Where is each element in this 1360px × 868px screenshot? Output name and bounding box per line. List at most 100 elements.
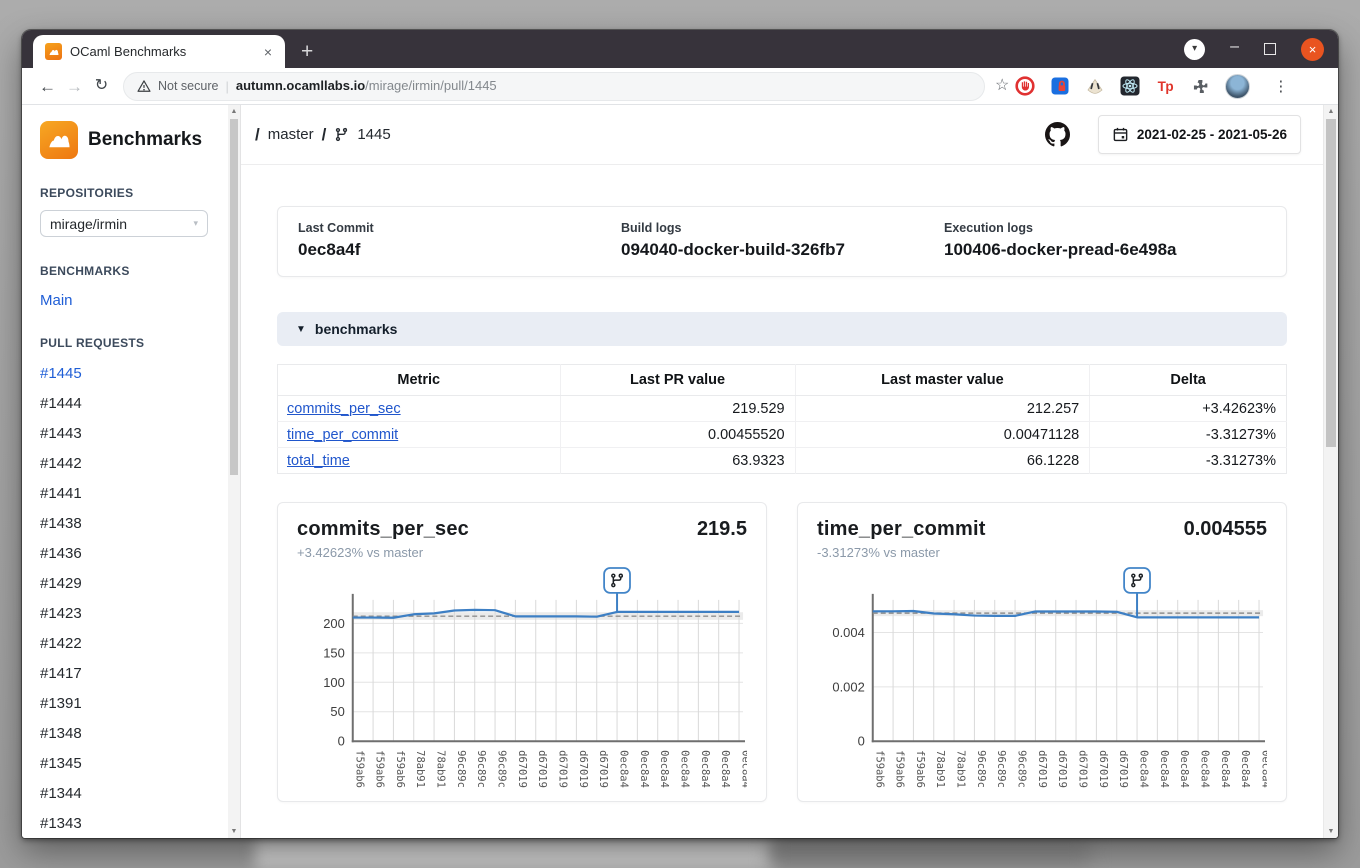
sidebar-item-pr-1417[interactable]: #1417	[40, 659, 82, 689]
metric-link-total_time[interactable]: total_time	[287, 453, 350, 469]
delta-cell: -3.31273%	[1090, 422, 1287, 448]
tab-close-icon[interactable]: ×	[261, 43, 275, 61]
metrics-table: Metric Last PR value Last master value D…	[277, 364, 1287, 474]
page-scrollbar[interactable]: ▲ ▼	[1323, 105, 1338, 838]
tab-search-button[interactable]: ▾	[1184, 39, 1205, 60]
address-bar[interactable]: Not secure | autumn.ocamllabs.io/mirage/…	[123, 72, 985, 101]
sidebar-item-pr-1344[interactable]: #1344	[40, 779, 82, 809]
build-logs-value[interactable]: 094040-docker-build-326fb7	[621, 240, 944, 260]
browser-menu-icon[interactable]: ⋮	[1273, 79, 1288, 94]
time-per-commit-chart[interactable]: 00.0020.004f59ab6f59ab6f59ab678ab9178ab9…	[817, 564, 1267, 795]
sidebar-item-pr-1443[interactable]: #1443	[40, 419, 82, 449]
ublock-icon[interactable]	[1015, 76, 1035, 96]
github-icon[interactable]	[1045, 122, 1070, 147]
sidebar-item-pr-1441[interactable]: #1441	[40, 479, 82, 509]
scroll-up-icon[interactable]: ▲	[1324, 108, 1338, 115]
sidebar-item-pr-1345[interactable]: #1345	[40, 749, 82, 779]
x-tick-label: d67019	[1056, 750, 1068, 788]
new-tab-button[interactable]: +	[301, 41, 313, 62]
commits-per-sec-chart-card: commits_per_sec 219.5 +3.42623% vs maste…	[277, 502, 767, 802]
reload-button[interactable]: ↻	[88, 78, 115, 94]
pr-value-cell: 219.529	[560, 396, 795, 422]
back-button[interactable]: ←	[34, 78, 61, 95]
extensions-row: Tp ⋮	[1015, 74, 1288, 99]
sidebar-item-pr-1442[interactable]: #1442	[40, 449, 82, 479]
sidebar-item-pr-1444[interactable]: #1444	[40, 389, 82, 419]
x-tick-label: 78ab91	[414, 750, 426, 788]
sidebar-item-pr-1429[interactable]: #1429	[40, 569, 82, 599]
x-tick-label: 0ec8a4	[1158, 750, 1170, 788]
benchmarks-section-title: benchmarks	[315, 321, 397, 337]
last-commit-label: Last Commit	[298, 221, 621, 235]
camel-favicon-icon	[45, 43, 62, 60]
benchmarks-section-header[interactable]: ▼ benchmarks	[277, 312, 1287, 346]
page-scrollbar-thumb[interactable]	[1326, 119, 1336, 447]
table-header-row: Metric Last PR value Last master value D…	[278, 365, 1287, 396]
sidebar: Benchmarks REPOSITORIES mirage/irmin ▾ B…	[22, 105, 241, 838]
breadcrumb-slash: /	[255, 125, 260, 145]
bookmark-star-icon[interactable]: ☆	[995, 78, 1009, 94]
scroll-down-icon[interactable]: ▼	[1324, 828, 1338, 835]
x-tick-label: 0ec8a4	[699, 750, 711, 788]
sidebar-item-pr-1391[interactable]: #1391	[40, 689, 82, 719]
omnibox-divider: |	[225, 79, 228, 94]
react-devtools-icon[interactable]	[1120, 76, 1140, 96]
tampermonkey-icon[interactable]: Tp	[1155, 76, 1175, 96]
sidebar-item-pr-1445[interactable]: #1445	[40, 359, 82, 389]
metric-link-commits_per_sec[interactable]: commits_per_sec	[287, 401, 401, 417]
sidebar-item-pr-1348[interactable]: #1348	[40, 719, 82, 749]
camel-logo-icon	[40, 121, 78, 159]
breadcrumb-branch[interactable]: master	[268, 126, 314, 143]
browser-tab[interactable]: OCaml Benchmarks ×	[33, 35, 285, 68]
scroll-up-icon[interactable]: ▲	[228, 108, 240, 115]
x-tick-label: 0ec8a4	[1239, 750, 1251, 788]
sidebar-scrollbar[interactable]: ▲ ▼	[228, 105, 240, 838]
forward-button[interactable]: →	[61, 78, 88, 95]
url-path: /mirage/irmin/pull/1445	[365, 78, 497, 93]
commit-summary-card: Last Commit 0ec8a4f Build logs 094040-do…	[277, 206, 1287, 277]
y-tick-label: 0	[338, 734, 345, 749]
col-pr-value: Last PR value	[560, 365, 795, 396]
sidebar-item-pr-1343[interactable]: #1343	[40, 809, 82, 838]
x-tick-label: 0ec8a4	[1138, 750, 1150, 788]
sidebar-item-pr-1436[interactable]: #1436	[40, 539, 82, 569]
x-tick-label: f59ab6	[394, 750, 406, 788]
badger-icon[interactable]	[1085, 76, 1105, 96]
main-header: / master / 1445 2021-02-25 - 2021-05-26	[241, 105, 1323, 165]
app-title: Benchmarks	[88, 129, 202, 151]
col-delta: Delta	[1090, 365, 1287, 396]
scroll-down-icon[interactable]: ▼	[228, 828, 240, 835]
tab-title: OCaml Benchmarks	[70, 44, 253, 59]
x-tick-label: f59ab6	[374, 750, 386, 788]
x-tick-label: 96c89c	[475, 750, 487, 788]
pr-value-cell: 0.00455520	[560, 422, 795, 448]
maximize-button[interactable]	[1264, 43, 1276, 55]
chart-delta-subtitle: +3.42623% vs master	[297, 545, 747, 560]
minimize-button[interactable]: –	[1230, 39, 1239, 55]
repository-select[interactable]: mirage/irmin ▾	[40, 210, 208, 237]
sidebar-item-pr-1423[interactable]: #1423	[40, 599, 82, 629]
delta-cell: -3.31273%	[1090, 448, 1287, 474]
privacy-lock-icon[interactable]	[1050, 76, 1070, 96]
sidebar-item-pr-1422[interactable]: #1422	[40, 629, 82, 659]
table-row: total_time63.932366.1228-3.31273%	[278, 448, 1287, 474]
sidebar-item-main[interactable]: Main	[40, 292, 73, 309]
x-tick-label: 96c89c	[1016, 750, 1028, 788]
sidebar-scrollbar-thumb[interactable]	[230, 119, 238, 475]
close-window-button[interactable]: ×	[1301, 38, 1324, 61]
commits-per-sec-chart[interactable]: 050100150200f59ab6f59ab6f59ab678ab9178ab…	[297, 564, 747, 795]
execution-logs-block: Execution logs 100406-docker-pread-6e498…	[944, 221, 1266, 260]
x-tick-label: 0ec8a4	[1219, 750, 1231, 788]
metric-link-time_per_commit[interactable]: time_per_commit	[287, 427, 398, 443]
date-range-picker[interactable]: 2021-02-25 - 2021-05-26	[1098, 115, 1301, 154]
x-tick-label: d67019	[536, 750, 548, 788]
collapse-triangle-icon: ▼	[296, 324, 306, 335]
col-metric: Metric	[278, 365, 561, 396]
x-tick-label: 0ec8a4	[719, 750, 731, 788]
sidebar-item-pr-1438[interactable]: #1438	[40, 509, 82, 539]
extensions-puzzle-icon[interactable]	[1190, 76, 1210, 96]
profile-avatar[interactable]	[1225, 74, 1250, 99]
execution-logs-value[interactable]: 100406-docker-pread-6e498a	[944, 240, 1266, 260]
breadcrumb-pr-number: 1445	[357, 126, 390, 143]
master-value-cell: 212.257	[795, 396, 1090, 422]
